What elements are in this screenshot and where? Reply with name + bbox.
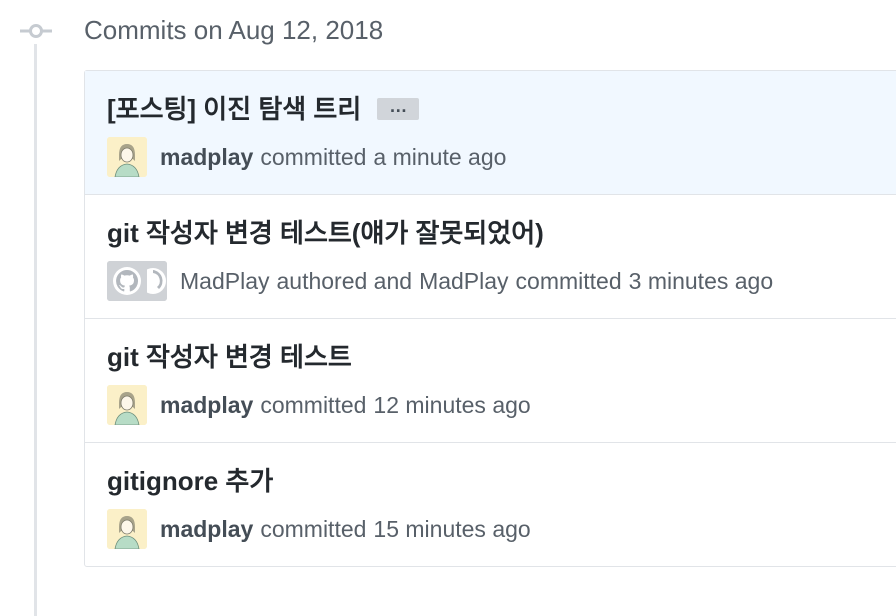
commit-node-icon xyxy=(20,24,52,38)
commit-author-link[interactable]: madplay xyxy=(160,144,253,171)
commit-meta: MadPlay authored and MadPlay committed 3… xyxy=(107,261,773,301)
commit-row: gitignore 추가 madplay committed 15 minute… xyxy=(85,443,896,567)
commit-title-link[interactable]: gitignore 추가 xyxy=(107,463,273,499)
commit-title-row: git 작성자 변경 테스트(얘가 잘못되었어) xyxy=(107,215,544,251)
commit-time: 12 minutes ago xyxy=(373,391,531,418)
commit-time: a minute ago xyxy=(373,143,507,170)
commit-meta: madplay committed 12 minutes ago xyxy=(107,385,531,425)
commit-action: committed xyxy=(260,143,367,170)
commit-list: [포스팅] 이진 탐색 트리 … madplay committed a min… xyxy=(84,70,896,567)
commit-author-link[interactable]: madplay xyxy=(160,392,253,419)
github-octocat-icon[interactable] xyxy=(107,261,147,301)
commit-action: committed xyxy=(260,515,367,542)
user-avatar[interactable] xyxy=(107,509,147,549)
commit-meta: madplay committed a minute ago xyxy=(107,137,506,177)
user-avatar[interactable] xyxy=(107,137,147,177)
user-avatar[interactable] xyxy=(107,385,147,425)
commit-title-row: git 작성자 변경 테스트 xyxy=(107,339,352,375)
commit-title-link[interactable]: git 작성자 변경 테스트(얘가 잘못되었어) xyxy=(107,215,544,251)
github-octocat-icon[interactable] xyxy=(147,261,167,301)
commit-row: [포스팅] 이진 탐색 트리 … madplay committed a min… xyxy=(85,71,896,195)
commit-title-link[interactable]: [포스팅] 이진 탐색 트리 xyxy=(107,91,361,127)
avatar-stack xyxy=(107,261,167,301)
commit-time: 15 minutes ago xyxy=(373,515,531,542)
commit-time: 3 minutes ago xyxy=(628,267,774,294)
commit-group-title: Commits on Aug 12, 2018 xyxy=(84,15,384,45)
commit-action: committed xyxy=(260,391,367,418)
avatar-figure-icon xyxy=(107,385,147,425)
commit-author-link[interactable]: MadPlay xyxy=(180,268,269,295)
commit-title-row: gitignore 추가 xyxy=(107,463,273,499)
commit-authored-label: authored and xyxy=(276,267,413,294)
commit-row: git 작성자 변경 테스트(얘가 잘못되었어) MadPlay authore… xyxy=(85,195,896,319)
commit-title-link[interactable]: git 작성자 변경 테스트 xyxy=(107,339,352,375)
commit-meta: madplay committed 15 minutes ago xyxy=(107,509,531,549)
commit-committer-link[interactable]: MadPlay xyxy=(419,268,508,295)
commit-author-link[interactable]: madplay xyxy=(160,516,253,543)
timeline-line xyxy=(34,44,37,616)
expand-message-button[interactable]: … xyxy=(377,97,420,120)
avatar-figure-icon xyxy=(107,137,147,177)
commit-title-row: [포스팅] 이진 탐색 트리 … xyxy=(107,91,420,127)
avatar-figure-icon xyxy=(107,509,147,549)
commit-row: git 작성자 변경 테스트 madplay committed 12 minu… xyxy=(85,319,896,443)
commit-action: committed xyxy=(515,267,622,294)
